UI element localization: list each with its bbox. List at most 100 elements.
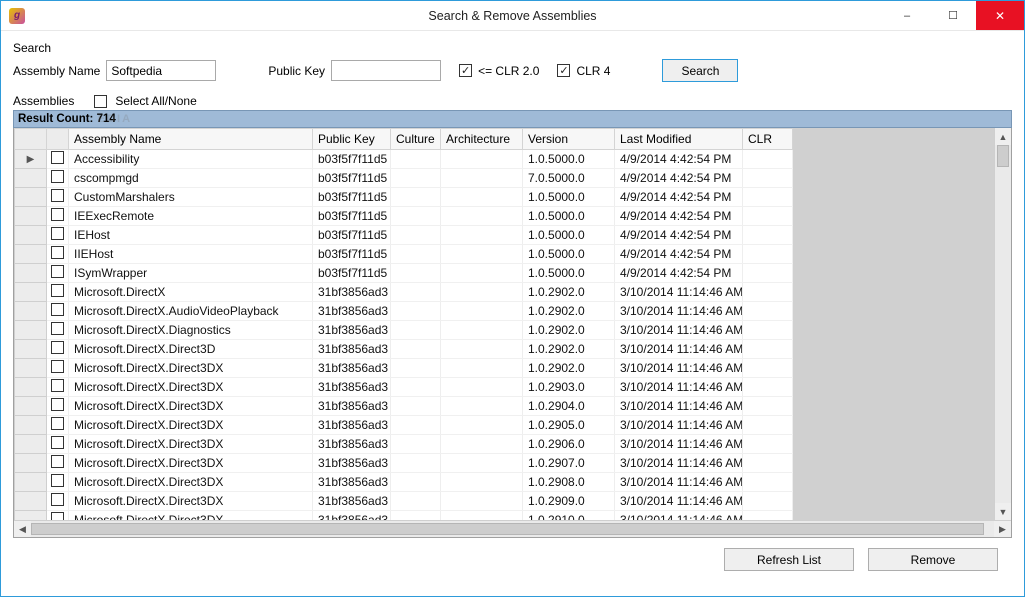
- col-culture[interactable]: Culture: [391, 129, 441, 150]
- row-header[interactable]: [15, 378, 47, 397]
- table-row[interactable]: Microsoft.DirectX.Direct3DX31bf3856ad31.…: [15, 511, 793, 521]
- col-checkbox[interactable]: [47, 129, 69, 150]
- assembly-name-input[interactable]: [106, 60, 216, 81]
- row-checkbox-cell[interactable]: [47, 245, 69, 264]
- row-header[interactable]: [15, 207, 47, 226]
- row-checkbox-cell[interactable]: [47, 302, 69, 321]
- row-checkbox-cell[interactable]: [47, 283, 69, 302]
- row-header[interactable]: ▶: [15, 150, 47, 169]
- row-checkbox[interactable]: [51, 512, 64, 520]
- scroll-up-arrow[interactable]: ▲: [995, 128, 1011, 145]
- row-checkbox-cell[interactable]: [47, 150, 69, 169]
- table-row[interactable]: Microsoft.DirectX31bf3856ad31.0.2902.03/…: [15, 283, 793, 302]
- search-button[interactable]: Search: [662, 59, 738, 82]
- table-row[interactable]: ISymWrapperb03f5f7f11d51.0.5000.04/9/201…: [15, 264, 793, 283]
- scroll-right-arrow[interactable]: ▶: [994, 521, 1011, 537]
- table-row[interactable]: Microsoft.DirectX.Direct3DX31bf3856ad31.…: [15, 359, 793, 378]
- row-header[interactable]: [15, 473, 47, 492]
- col-version[interactable]: Version: [523, 129, 615, 150]
- row-checkbox-cell[interactable]: [47, 321, 69, 340]
- table-row[interactable]: ▶Accessibilityb03f5f7f11d51.0.5000.04/9/…: [15, 150, 793, 169]
- col-clr[interactable]: CLR: [743, 129, 793, 150]
- row-checkbox-cell[interactable]: [47, 264, 69, 283]
- row-header[interactable]: [15, 454, 47, 473]
- clr2-checkbox[interactable]: [459, 64, 472, 77]
- row-checkbox[interactable]: [51, 189, 64, 202]
- row-checkbox[interactable]: [51, 474, 64, 487]
- table-row[interactable]: Microsoft.DirectX.Direct3DX31bf3856ad31.…: [15, 435, 793, 454]
- table-row[interactable]: Microsoft.DirectX.Direct3DX31bf3856ad31.…: [15, 378, 793, 397]
- remove-button[interactable]: Remove: [868, 548, 998, 571]
- col-assembly-name[interactable]: Assembly Name: [69, 129, 313, 150]
- select-all-checkbox[interactable]: [94, 95, 107, 108]
- table-row[interactable]: CustomMarshalersb03f5f7f11d51.0.5000.04/…: [15, 188, 793, 207]
- row-header[interactable]: [15, 264, 47, 283]
- row-checkbox[interactable]: [51, 436, 64, 449]
- row-checkbox-cell[interactable]: [47, 397, 69, 416]
- row-checkbox-cell[interactable]: [47, 188, 69, 207]
- row-checkbox[interactable]: [51, 417, 64, 430]
- row-checkbox-cell[interactable]: [47, 511, 69, 521]
- row-checkbox-cell[interactable]: [47, 435, 69, 454]
- row-checkbox[interactable]: [51, 208, 64, 221]
- row-checkbox[interactable]: [51, 246, 64, 259]
- row-checkbox-cell[interactable]: [47, 226, 69, 245]
- titlebar[interactable]: g Search & Remove Assemblies ‒ ☐ ✕: [1, 1, 1024, 31]
- scroll-left-arrow[interactable]: ◀: [14, 521, 31, 537]
- row-checkbox[interactable]: [51, 341, 64, 354]
- row-checkbox[interactable]: [51, 322, 64, 335]
- row-header[interactable]: [15, 397, 47, 416]
- row-header[interactable]: [15, 245, 47, 264]
- row-header[interactable]: [15, 340, 47, 359]
- row-checkbox-cell[interactable]: [47, 378, 69, 397]
- public-key-input[interactable]: [331, 60, 441, 81]
- row-checkbox-cell[interactable]: [47, 169, 69, 188]
- table-row[interactable]: Microsoft.DirectX.Direct3DX31bf3856ad31.…: [15, 397, 793, 416]
- table-row[interactable]: Microsoft.DirectX.Diagnostics31bf3856ad3…: [15, 321, 793, 340]
- row-header[interactable]: [15, 359, 47, 378]
- scroll-down-arrow[interactable]: ▼: [995, 503, 1011, 520]
- row-checkbox[interactable]: [51, 227, 64, 240]
- row-header[interactable]: [15, 321, 47, 340]
- horizontal-scrollbar[interactable]: ◀ ▶: [14, 520, 1011, 537]
- table-row[interactable]: Microsoft.DirectX.Direct3DX31bf3856ad31.…: [15, 454, 793, 473]
- clr4-checkbox[interactable]: [557, 64, 570, 77]
- horizontal-scroll-thumb[interactable]: [31, 523, 984, 535]
- table-row[interactable]: Microsoft.DirectX.Direct3DX31bf3856ad31.…: [15, 473, 793, 492]
- row-checkbox[interactable]: [51, 265, 64, 278]
- table-row[interactable]: Microsoft.DirectX.AudioVideoPlayback31bf…: [15, 302, 793, 321]
- table-row[interactable]: cscompmgdb03f5f7f11d57.0.5000.04/9/2014 …: [15, 169, 793, 188]
- col-architecture[interactable]: Architecture: [441, 129, 523, 150]
- table-row[interactable]: IEHostb03f5f7f11d51.0.5000.04/9/2014 4:4…: [15, 226, 793, 245]
- row-checkbox-cell[interactable]: [47, 359, 69, 378]
- row-checkbox[interactable]: [51, 151, 64, 164]
- row-checkbox[interactable]: [51, 284, 64, 297]
- col-last-modified[interactable]: Last Modified: [615, 129, 743, 150]
- row-checkbox[interactable]: [51, 303, 64, 316]
- row-checkbox-cell[interactable]: [47, 340, 69, 359]
- table-row[interactable]: IEExecRemoteb03f5f7f11d51.0.5000.04/9/20…: [15, 207, 793, 226]
- col-public-key[interactable]: Public Key: [313, 129, 391, 150]
- row-header[interactable]: [15, 302, 47, 321]
- row-checkbox[interactable]: [51, 398, 64, 411]
- row-checkbox-cell[interactable]: [47, 492, 69, 511]
- row-checkbox-cell[interactable]: [47, 416, 69, 435]
- row-checkbox[interactable]: [51, 455, 64, 468]
- row-checkbox-cell[interactable]: [47, 454, 69, 473]
- row-checkbox[interactable]: [51, 493, 64, 506]
- row-checkbox[interactable]: [51, 170, 64, 183]
- row-header[interactable]: [15, 188, 47, 207]
- row-checkbox[interactable]: [51, 360, 64, 373]
- row-header[interactable]: [15, 416, 47, 435]
- vertical-scrollbar[interactable]: ▲ ▼: [994, 128, 1011, 520]
- row-header[interactable]: [15, 435, 47, 454]
- refresh-list-button[interactable]: Refresh List: [724, 548, 854, 571]
- row-header[interactable]: [15, 492, 47, 511]
- row-header[interactable]: [15, 169, 47, 188]
- table-row[interactable]: Microsoft.DirectX.Direct3DX31bf3856ad31.…: [15, 492, 793, 511]
- vertical-scroll-thumb[interactable]: [997, 145, 1009, 167]
- table-row[interactable]: Microsoft.DirectX.Direct3D31bf3856ad31.0…: [15, 340, 793, 359]
- col-rowheader[interactable]: [15, 129, 47, 150]
- table-row[interactable]: IIEHostb03f5f7f11d51.0.5000.04/9/2014 4:…: [15, 245, 793, 264]
- row-checkbox-cell[interactable]: [47, 207, 69, 226]
